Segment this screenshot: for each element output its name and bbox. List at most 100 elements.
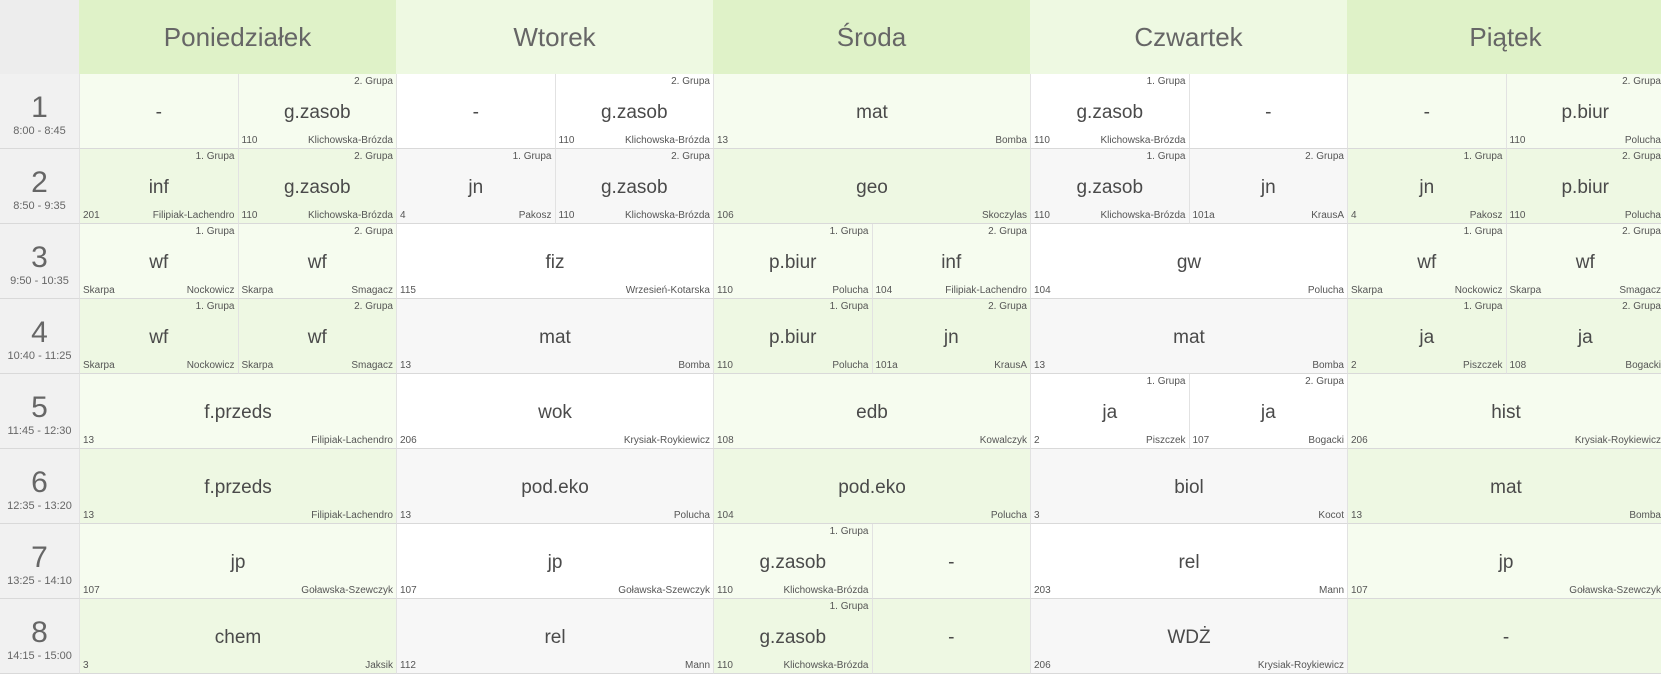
lesson-cell[interactable]: f.przeds 13 Filipiak-Lachendro: [79, 449, 396, 524]
subject-label: WDŻ: [1167, 627, 1211, 648]
teacher-label: Skoczylas: [981, 210, 1027, 221]
lesson-cell[interactable]: mat 13 Bomba: [713, 74, 1030, 149]
room-label: Skarpa: [241, 360, 274, 371]
lesson-cell[interactable]: mat 13 Bomba: [1347, 449, 1661, 524]
lesson-cell[interactable]: wf 2. Grupa Skarpa Smagacz: [237, 224, 396, 299]
teacher-label: Kocot: [1318, 510, 1344, 521]
lesson-cell[interactable]: wf 2. Grupa Skarpa Smagacz: [237, 299, 396, 374]
subject-label: mat: [856, 102, 888, 123]
room-label: 110: [1034, 135, 1050, 146]
lesson-cell[interactable]: -: [1188, 74, 1347, 149]
room-label: 115: [400, 285, 416, 296]
lesson-cell[interactable]: wf 1. Grupa Skarpa Nockowicz: [79, 224, 238, 299]
period-label: 1 8:00 - 8:45: [0, 74, 79, 149]
room-label: 206: [400, 435, 417, 446]
room-label: Skarpa: [1509, 285, 1542, 296]
lesson-cell[interactable]: jn 1. Grupa 4 Pakosz: [1347, 149, 1506, 224]
lesson-cell[interactable]: jp 107 Goławska-Szewczyk: [79, 524, 396, 599]
group-label: 1. Grupa: [195, 226, 235, 237]
subject-label: jn: [468, 177, 484, 198]
lesson-cell[interactable]: wf 1. Grupa Skarpa Nockowicz: [79, 299, 238, 374]
lesson-cell[interactable]: g.zasob 2. Grupa 110 Klichowska-Brózda: [554, 74, 713, 149]
teacher-label: Piszczek: [1463, 360, 1503, 371]
teacher-label: Mann: [684, 660, 710, 671]
lesson-cell[interactable]: g.zasob 2. Grupa 110 Klichowska-Brózda: [554, 149, 713, 224]
teacher-label: Jaksik: [365, 660, 393, 671]
lesson-cell[interactable]: g.zasob 2. Grupa 110 Klichowska-Brózda: [237, 149, 396, 224]
lesson-cell[interactable]: chem 3 Jaksik: [79, 599, 396, 674]
lesson-cell[interactable]: p.biur 1. Grupa 110 Polucha: [713, 224, 872, 299]
lesson-cell[interactable]: jp 107 Goławska-Szewczyk: [396, 524, 713, 599]
lesson-cell[interactable]: -: [1347, 599, 1661, 674]
room-label: 108: [717, 435, 734, 446]
lesson-cell[interactable]: -: [396, 74, 555, 149]
lesson-cell[interactable]: geo 106 Skoczylas: [713, 149, 1030, 224]
period-time: 10:40 - 11:25: [7, 350, 72, 362]
lesson-cell[interactable]: wf 2. Grupa Skarpa Smagacz: [1505, 224, 1661, 299]
subject-label: ja: [1577, 327, 1593, 348]
room-label: 110: [241, 135, 258, 146]
lesson-cell[interactable]: -: [1347, 74, 1506, 149]
lesson-cell[interactable]: g.zasob 1. Grupa 110 Klichowska-Brózda: [713, 524, 872, 599]
lesson-cell[interactable]: hist 206 Krysiak-Roykiewicz: [1347, 374, 1661, 449]
lesson-cell[interactable]: inf 2. Grupa 104 Filipiak-Lachendro: [871, 224, 1030, 299]
period-time: 9:50 - 10:35: [10, 275, 69, 287]
room-label: 110: [717, 285, 733, 296]
lesson-cell[interactable]: g.zasob 1. Grupa 110 Klichowska-Brózda: [1030, 149, 1189, 224]
lesson-cell[interactable]: f.przeds 13 Filipiak-Lachendro: [79, 374, 396, 449]
teacher-label: Klichowska-Brózda: [624, 135, 710, 146]
room-label: 2: [1351, 360, 1357, 371]
period-number: 7: [31, 541, 48, 574]
lesson-cell[interactable]: WDŻ 206 Krysiak-Roykiewicz: [1030, 599, 1347, 674]
lesson-cell[interactable]: ja 1. Grupa 2 Piszczek: [1030, 374, 1189, 449]
room-label: 4: [400, 210, 406, 221]
subject-label: fiz: [545, 252, 565, 273]
subject-label: mat: [1490, 477, 1522, 498]
lesson-cell[interactable]: p.biur 1. Grupa 110 Polucha: [713, 299, 872, 374]
teacher-label: Klichowska-Brózda: [1100, 135, 1186, 146]
lesson-cell[interactable]: jp 107 Goławska-Szewczyk: [1347, 524, 1661, 599]
lesson-cell[interactable]: inf 1. Grupa 201 Filipiak-Lachendro: [79, 149, 238, 224]
day-header: Wtorek: [396, 0, 713, 74]
lesson-cell[interactable]: g.zasob 1. Grupa 110 Klichowska-Brózda: [713, 599, 872, 674]
lesson-cell[interactable]: mat 13 Bomba: [396, 299, 713, 374]
lesson-cell[interactable]: mat 13 Bomba: [1030, 299, 1347, 374]
teacher-label: Pakosz: [1469, 210, 1503, 221]
lesson-cell[interactable]: jn 2. Grupa 101a KrausA: [871, 299, 1030, 374]
lesson-cell[interactable]: ja 2. Grupa 107 Bogacki: [1188, 374, 1347, 449]
lesson-cell[interactable]: ja 2. Grupa 108 Bogacki: [1505, 299, 1661, 374]
lesson-cell[interactable]: g.zasob 1. Grupa 110 Klichowska-Brózda: [1030, 74, 1189, 149]
lesson-cell[interactable]: -: [79, 74, 238, 149]
subject-label: wf: [1575, 252, 1595, 273]
lesson-cell[interactable]: wok 206 Krysiak-Roykiewicz: [396, 374, 713, 449]
lesson-cell[interactable]: p.biur 2. Grupa 110 Polucha: [1505, 149, 1661, 224]
group-label: 2. Grupa: [671, 151, 710, 162]
group-label: 1. Grupa: [1146, 76, 1186, 87]
lesson-cell[interactable]: edb 108 Kowalczyk: [713, 374, 1030, 449]
lesson-cell[interactable]: wf 1. Grupa Skarpa Nockowicz: [1347, 224, 1506, 299]
lesson-cell[interactable]: biol 3 Kocot: [1030, 449, 1347, 524]
lesson-cell[interactable]: -: [871, 599, 1030, 674]
subject-label: chem: [214, 627, 262, 648]
lesson-cell[interactable]: p.biur 2. Grupa 110 Polucha: [1505, 74, 1661, 149]
timetable: Poniedziałek Wtorek Środa Czwartek Piątek 1 8:…: [0, 0, 1661, 675]
subject-label: p.biur: [768, 327, 817, 348]
lesson-cell[interactable]: g.zasob 2. Grupa 110 Klichowska-Brózda: [237, 74, 396, 149]
lesson-cell[interactable]: rel 203 Mann: [1030, 524, 1347, 599]
lesson-cell[interactable]: pod.eko 104 Polucha: [713, 449, 1030, 524]
lesson-cell[interactable]: -: [871, 524, 1030, 599]
teacher-label: Pakosz: [518, 210, 552, 221]
subject-label: -: [155, 102, 162, 123]
lesson-cell[interactable]: fiz 115 Wrzesień-Kotarska: [396, 224, 713, 299]
period-number: 3: [31, 241, 48, 274]
group-label: 1. Grupa: [195, 151, 235, 162]
lesson-cell[interactable]: jn 2. Grupa 101a KrausA: [1188, 149, 1347, 224]
lesson-cell[interactable]: jn 1. Grupa 4 Pakosz: [396, 149, 555, 224]
lesson-cell[interactable]: ja 1. Grupa 2 Piszczek: [1347, 299, 1506, 374]
lesson-cell[interactable]: pod.eko 13 Polucha: [396, 449, 713, 524]
subject-label: wf: [307, 327, 327, 348]
subject-label: wf: [307, 252, 327, 273]
lesson-cell[interactable]: rel 112 Mann: [396, 599, 713, 674]
lesson-cell[interactable]: gw 104 Polucha: [1030, 224, 1347, 299]
subject-label: gw: [1176, 252, 1202, 273]
